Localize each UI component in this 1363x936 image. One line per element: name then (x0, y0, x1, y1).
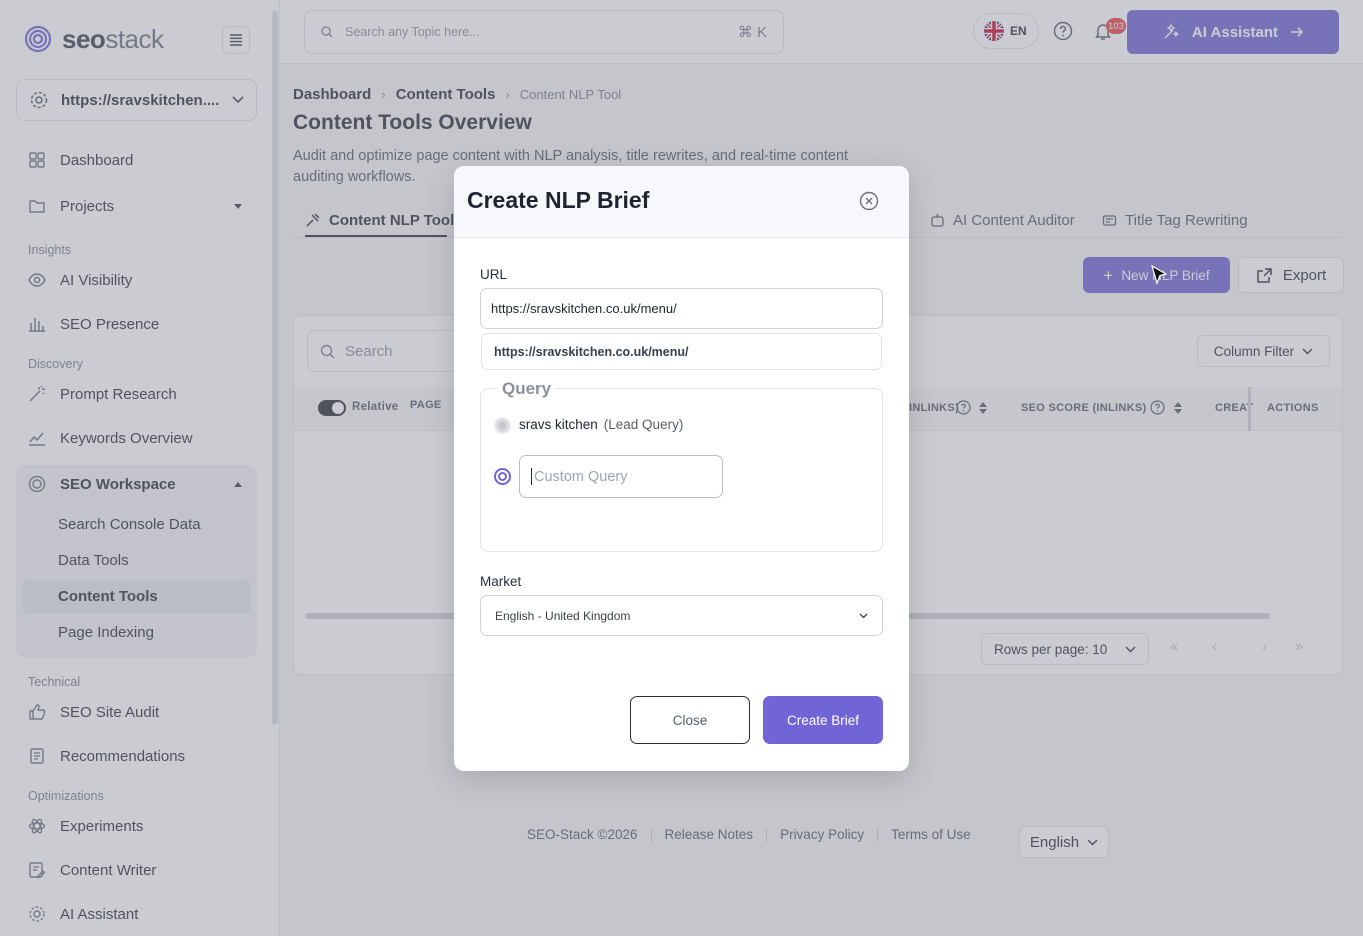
custom-query-input[interactable]: Custom Query (519, 455, 723, 498)
market-select[interactable]: English - United Kingdom (480, 595, 883, 636)
text-caret (531, 468, 532, 485)
custom-query-placeholder: Custom Query (534, 468, 628, 485)
custom-query-radio[interactable] (494, 468, 511, 485)
close-button[interactable]: Close (630, 696, 750, 744)
market-value: English - United Kingdom (495, 608, 631, 623)
lead-query-option[interactable]: sravs kitchen (Lead Query) (519, 417, 683, 432)
market-label: Market (480, 574, 522, 589)
modal-title: Create NLP Brief (467, 187, 650, 213)
chevron-down-icon (859, 613, 868, 618)
url-input[interactable]: https://sravskitchen.co.uk/menu/ (480, 288, 883, 329)
url-label: URL (480, 267, 508, 282)
lead-query-tag: (Lead Query) (603, 417, 684, 432)
create-brief-button[interactable]: Create Brief (763, 696, 883, 744)
create-nlp-brief-modal: Create NLP Brief URL https://sravskitche… (454, 166, 909, 771)
query-legend: Query (498, 379, 556, 399)
close-circle-icon[interactable] (859, 191, 879, 211)
lead-query-radio[interactable] (494, 417, 511, 434)
lead-query-text: sravs kitchen (519, 417, 598, 432)
mouse-cursor-icon (1151, 265, 1168, 285)
url-suggestion-option[interactable]: https://sravskitchen.co.uk/menu/ (481, 333, 882, 370)
